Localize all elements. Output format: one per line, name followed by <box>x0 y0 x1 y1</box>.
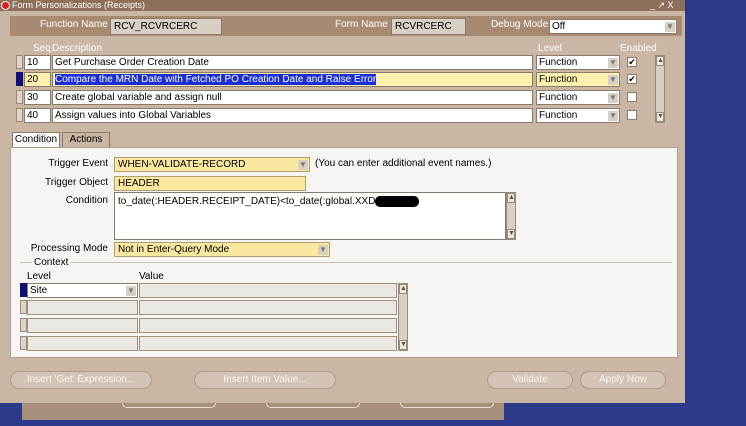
chevron-down-icon[interactable]: ▼ <box>608 58 618 68</box>
description-cell[interactable]: Assign values into Global Variables <box>52 108 533 123</box>
form-name-label: Form Name <box>335 19 388 30</box>
oracle-app-icon <box>1 1 10 10</box>
row-indicator[interactable] <box>16 90 23 104</box>
chevron-down-icon[interactable]: ▼ <box>318 245 328 255</box>
context-row-indicator[interactable] <box>20 318 27 332</box>
processing-mode-label: Processing Mode <box>30 243 108 254</box>
window-controls[interactable]: _ ↗ X <box>650 0 674 11</box>
debug-mode-select[interactable]: Off ▼ <box>549 19 677 34</box>
enabled-checkbox[interactable] <box>627 92 637 102</box>
background-window-button <box>122 403 216 408</box>
context-value-field[interactable] <box>139 300 397 315</box>
col-header-description: Description <box>52 43 103 54</box>
level-select[interactable]: Function ▼ <box>536 55 620 70</box>
level-value: Function <box>539 74 578 85</box>
scroll-down-icon[interactable]: ▼ <box>507 229 515 239</box>
chevron-down-icon[interactable]: ▼ <box>608 93 618 103</box>
chevron-down-icon[interactable]: ▼ <box>665 22 675 32</box>
description-cell-selected[interactable]: Compare the MRN Date with Fetched PO Cre… <box>52 72 533 87</box>
processing-mode-value: Not in Enter-Query Mode <box>118 244 230 255</box>
trigger-event-select[interactable]: WHEN-VALIDATE-RECORD ▼ <box>114 157 310 172</box>
seq-cell[interactable]: 10 <box>24 55 51 70</box>
background-window-button <box>400 403 494 408</box>
context-row-indicator-current[interactable] <box>20 283 27 297</box>
context-value-field[interactable] <box>139 283 397 298</box>
form-name-field[interactable]: RCVRCERC <box>391 18 466 35</box>
enabled-checkbox[interactable]: ✔ <box>627 57 637 67</box>
seq-cell[interactable]: 40 <box>24 108 51 123</box>
trigger-event-label: Trigger Event <box>48 158 108 169</box>
function-name-label: Function Name <box>40 19 108 30</box>
context-level-select[interactable] <box>27 336 138 351</box>
enabled-checkbox[interactable] <box>627 110 637 120</box>
condition-scrollbar[interactable]: ▲ ▼ <box>506 192 516 240</box>
condition-text: to_date(:HEADER.RECEIPT_DATE)<to_date(:g… <box>118 196 376 208</box>
context-row-indicator[interactable] <box>20 300 27 314</box>
trigger-event-value: WHEN-VALIDATE-RECORD <box>118 159 246 170</box>
window-titlebar: Form Personalizations (Receipts) _ ↗ X <box>0 0 685 11</box>
context-row-indicator[interactable] <box>20 336 27 350</box>
trigger-object-label: Trigger Object <box>45 177 108 188</box>
row-indicator[interactable] <box>16 55 23 69</box>
level-select[interactable]: Function ▼ <box>536 108 620 123</box>
context-divider <box>20 262 672 263</box>
context-value-field[interactable] <box>139 336 397 351</box>
trigger-object-field[interactable]: HEADER <box>114 176 306 191</box>
col-header-level: Level <box>538 43 562 54</box>
insert-get-expression-button[interactable]: Insert 'Get' Expression... <box>10 371 152 389</box>
seq-cell[interactable]: 20 <box>24 72 51 87</box>
context-level-select[interactable] <box>27 318 138 333</box>
level-value: Function <box>539 92 578 103</box>
context-value-header: Value <box>139 271 164 282</box>
apply-now-button[interactable]: Apply Now <box>580 371 666 389</box>
function-name-field[interactable]: RCV_RCVRCERC <box>110 18 222 35</box>
processing-mode-select[interactable]: Not in Enter-Query Mode ▼ <box>114 242 330 257</box>
scroll-down-icon[interactable]: ▼ <box>656 112 664 122</box>
level-select[interactable]: Function ▼ <box>536 72 620 87</box>
chevron-down-icon[interactable]: ▼ <box>608 75 618 85</box>
selected-description-text: Compare the MRN Date with Fetched PO Cre… <box>55 74 377 85</box>
tab-actions[interactable]: Actions <box>62 132 110 147</box>
redaction-mark <box>375 196 420 207</box>
level-select[interactable]: Function ▼ <box>536 90 620 105</box>
context-level-header: Level <box>27 271 51 282</box>
context-title: Context <box>32 257 71 268</box>
tab-condition[interactable]: Condition <box>12 132 60 148</box>
enabled-checkbox[interactable]: ✔ <box>627 74 637 84</box>
condition-label: Condition <box>65 195 108 206</box>
description-cell[interactable]: Get Purchase Order Creation Date <box>52 55 533 70</box>
col-header-seq: Seq <box>33 43 51 54</box>
row-indicator[interactable] <box>16 108 23 122</box>
description-cell[interactable]: Create global variable and assign null <box>52 90 533 105</box>
context-scrollbar[interactable]: ▲ ▼ <box>398 283 408 351</box>
row-indicator-current[interactable] <box>16 72 23 86</box>
scroll-down-icon[interactable]: ▼ <box>399 340 407 350</box>
context-value-field[interactable] <box>139 318 397 333</box>
col-header-enabled: Enabled <box>620 43 657 54</box>
level-value: Function <box>539 110 578 121</box>
scroll-up-icon[interactable]: ▲ <box>507 193 515 203</box>
scroll-up-icon[interactable]: ▲ <box>399 284 407 294</box>
context-level-select[interactable] <box>27 300 138 315</box>
insert-item-value-button[interactable]: Insert Item Value... <box>194 371 336 389</box>
debug-mode-label: Debug Mode <box>491 19 549 30</box>
chevron-down-icon[interactable]: ▼ <box>608 111 618 121</box>
level-value: Function <box>539 57 578 68</box>
chevron-down-icon[interactable]: ▼ <box>298 160 308 170</box>
debug-mode-value: Off <box>552 21 566 32</box>
chevron-down-icon[interactable]: ▼ <box>126 286 136 296</box>
validate-button[interactable]: Validate <box>487 371 573 389</box>
scroll-up-icon[interactable]: ▲ <box>656 56 664 66</box>
context-level-select[interactable]: Site ▼ <box>27 283 138 298</box>
grid-scrollbar[interactable]: ▲ ▼ <box>655 55 665 123</box>
context-level-value: Site <box>30 285 48 296</box>
trigger-event-hint: (You can enter additional event names.) <box>315 158 492 169</box>
seq-cell[interactable]: 30 <box>24 90 51 105</box>
window-title: Form Personalizations (Receipts) <box>12 0 146 10</box>
background-window-button <box>266 403 360 408</box>
condition-textarea[interactable]: to_date(:HEADER.RECEIPT_DATE)<to_date(:g… <box>114 192 506 240</box>
